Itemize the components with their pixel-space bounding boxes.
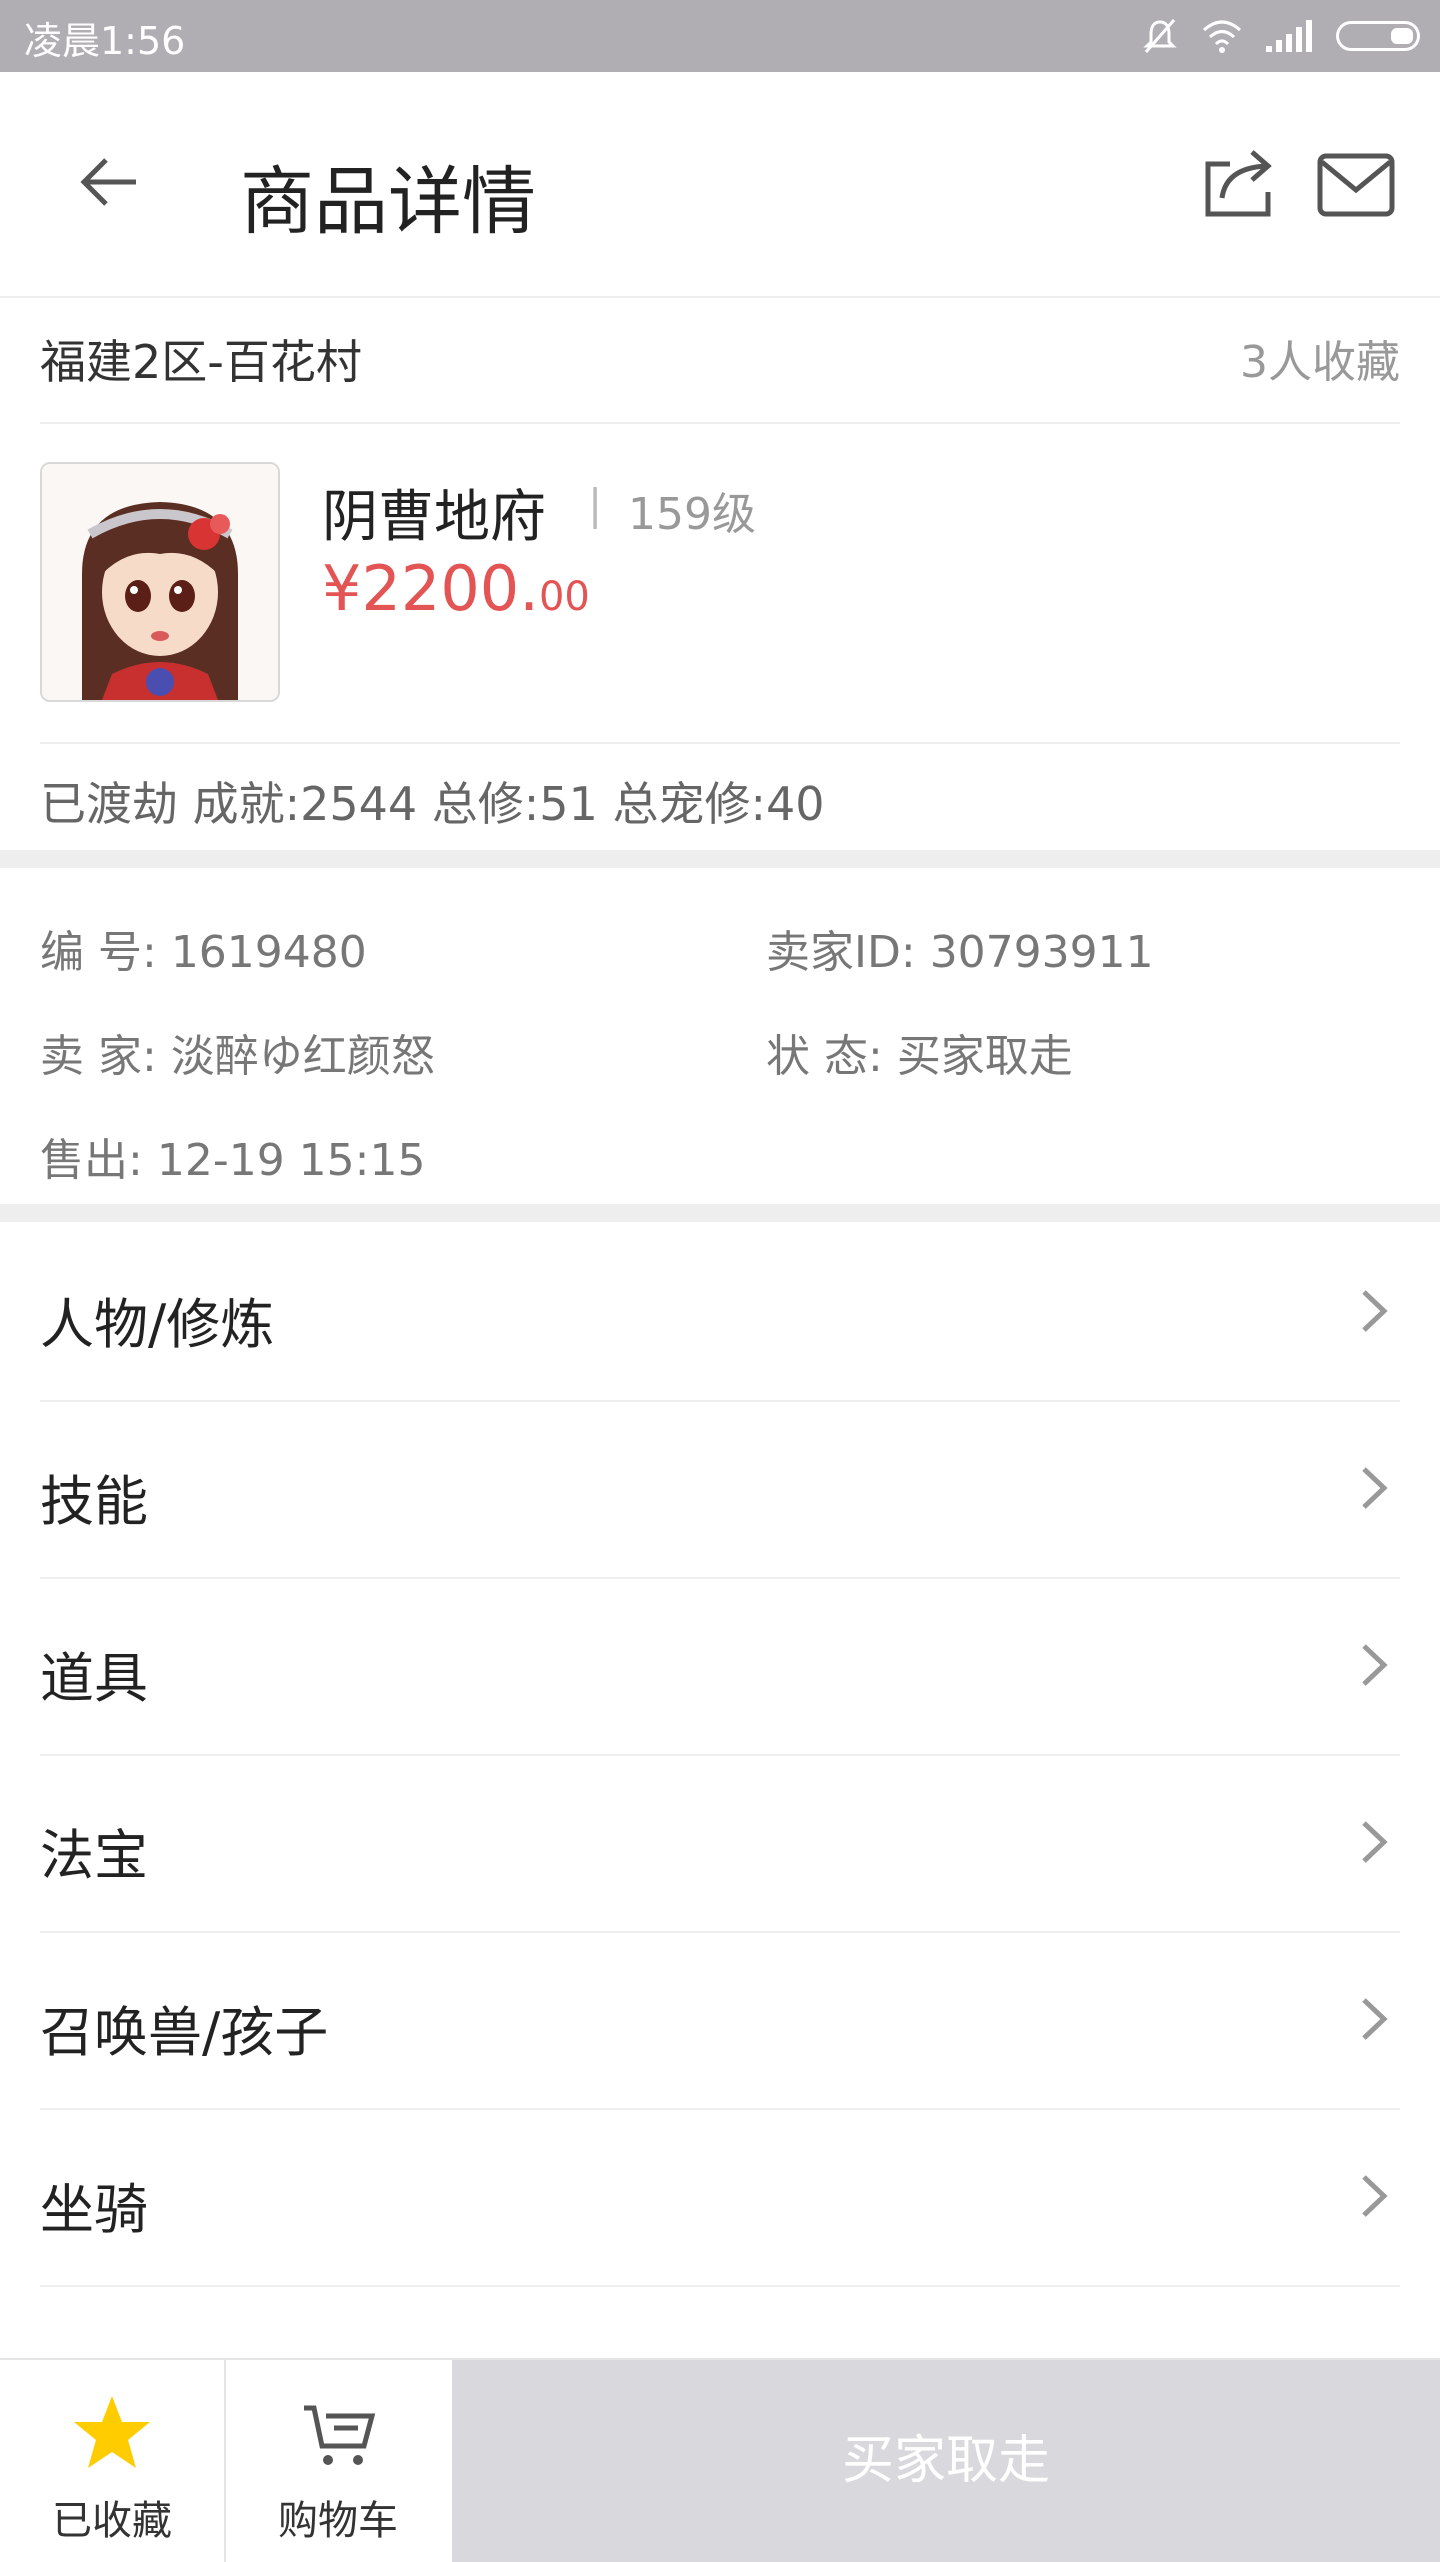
trade-status: 状 态: 买家取走: [766, 1020, 1073, 1084]
favorite-count: 3人收藏: [1240, 337, 1400, 388]
page-title: 商品详情: [240, 159, 536, 245]
serial-value: 1619480: [170, 927, 367, 978]
product-card[interactable]: 阴曹地府 | 159级 ¥2200.00: [40, 424, 1400, 744]
menu-item-artifacts[interactable]: 法宝: [40, 1755, 1400, 1933]
status-label: 状 态:: [766, 1031, 883, 1082]
app-header: 商品详情: [0, 72, 1440, 298]
summary-text: 已渡劫 成就:2544 总修:51 总宠修:40: [40, 777, 825, 831]
menu-item-label: 法宝: [40, 1824, 148, 1887]
chevron-right-icon: [1362, 2175, 1388, 2217]
seller-id-value: 30793911: [929, 927, 1154, 978]
favorite-label: 已收藏: [52, 2498, 172, 2544]
chevron-right-icon: [1362, 1644, 1388, 1686]
price-main: ¥2200.: [322, 552, 539, 625]
character-level: 159级: [628, 489, 756, 540]
seller-id-label: 卖家ID:: [766, 927, 916, 978]
serial-label: 编 号:: [40, 927, 157, 978]
share-icon[interactable]: [1200, 142, 1280, 222]
menu-item-label: 道具: [40, 1647, 148, 1710]
cart-button[interactable]: 购物车: [226, 2360, 450, 2562]
seller-value: 淡醉ゆ红颜怒: [170, 1031, 435, 1082]
wifi-icon: [1203, 20, 1241, 53]
star-icon: [74, 2396, 150, 2468]
chevron-right-icon: [1362, 1467, 1388, 1509]
price-decimal: 00: [538, 574, 590, 620]
seller-label: 卖 家:: [40, 1031, 157, 1082]
menu-item-items[interactable]: 道具: [40, 1578, 1400, 1756]
bottom-action-bar: 已收藏 购物车 买家取走: [0, 2358, 1440, 2562]
mute-icon: [1143, 19, 1177, 53]
info-row-2: 卖 家: 淡醉ゆ红颜怒 状 态: 买家取走: [40, 1020, 1400, 1084]
favorite-button[interactable]: 已收藏: [0, 2360, 226, 2562]
status-value: 买家取走: [896, 1031, 1073, 1082]
character-portrait-image: [42, 464, 278, 700]
menu-item-label: 技能: [40, 1470, 148, 1533]
chevron-right-icon: [1362, 1821, 1388, 1863]
info-row-1: 编 号: 1619480 卖家ID: 30793911: [40, 916, 1400, 980]
menu-item-mounts[interactable]: 坐骑: [40, 2109, 1400, 2287]
character-name: 阴曹地府: [322, 485, 546, 550]
info-row-3: 售出: 12-19 15:15: [40, 1124, 1400, 1188]
section-divider: [0, 1204, 1440, 1222]
character-avatar: [40, 462, 280, 702]
server-name: 福建2区-百花村: [40, 335, 362, 389]
buy-status-button[interactable]: 买家取走: [452, 2360, 1440, 2562]
menu-item-label: 坐骑: [40, 2178, 148, 2241]
status-bar: 凌晨1:56: [0, 0, 1440, 72]
section-divider: [0, 850, 1440, 868]
chevron-right-icon: [1362, 1998, 1388, 2040]
status-icons: [1140, 14, 1420, 58]
menu-item-skills[interactable]: 技能: [40, 1401, 1400, 1579]
back-arrow-icon[interactable]: [70, 142, 150, 222]
status-time: 凌晨1:56: [24, 19, 186, 63]
seller-id: 卖家ID: 30793911: [766, 916, 1154, 980]
sold-label: 售出:: [40, 1135, 143, 1186]
name-level-separator: |: [588, 480, 603, 529]
sold-value: 12-19 15:15: [156, 1135, 426, 1186]
cart-label: 购物车: [278, 2498, 398, 2544]
server-row: 福建2区-百花村 3人收藏: [40, 298, 1400, 424]
product-price: ¥2200.00: [322, 552, 590, 625]
signal-icon: [1266, 20, 1312, 52]
menu-item-character[interactable]: 人物/修炼: [40, 1224, 1400, 1402]
menu-item-pets[interactable]: 召唤兽/孩子: [40, 1932, 1400, 2110]
cart-icon: [304, 2405, 376, 2465]
mail-icon[interactable]: [1316, 150, 1396, 220]
menu-item-label: 人物/修炼: [40, 1293, 275, 1356]
chevron-right-icon: [1362, 1290, 1388, 1332]
battery-icon: [1336, 21, 1420, 51]
menu-item-label: 召唤兽/孩子: [40, 2001, 329, 2064]
character-summary: 已渡劫 成就:2544 总修:51 总宠修:40: [40, 744, 1400, 848]
